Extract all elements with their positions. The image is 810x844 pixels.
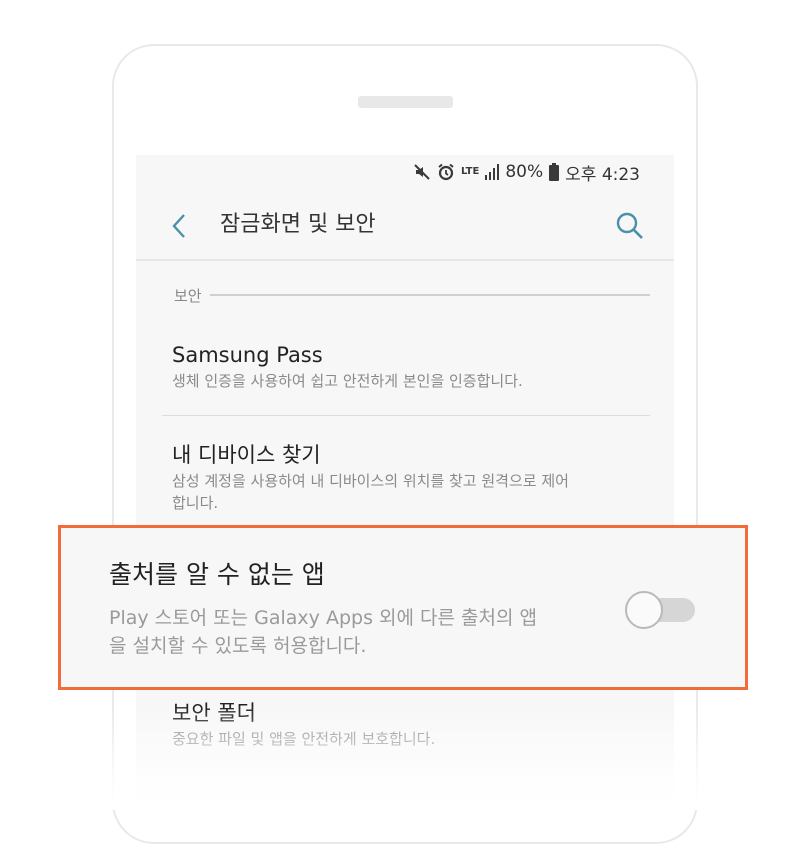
setting-title: 출처를 알 수 없는 앱 <box>109 560 325 589</box>
header-divider <box>136 259 674 261</box>
clock: 오후 4:23 <box>565 164 640 185</box>
item-title: 내 디바이스 찾기 <box>172 443 321 467</box>
signal-icon <box>485 164 500 180</box>
section-header: 보안 <box>174 285 650 305</box>
section-label: 보안 <box>174 286 202 305</box>
list-divider <box>162 415 650 416</box>
alarm-icon <box>437 163 455 181</box>
chevron-left-icon <box>172 214 185 238</box>
page-title: 잠금화면 및 보안 <box>220 212 376 237</box>
item-subtitle: 생체 인증을 사용하여 쉽고 안전하게 본인을 인증합니다. <box>172 372 523 390</box>
app-bar: 잠금화면 및 보안 <box>136 200 674 258</box>
item-subtitle: 중요한 파일 및 앱을 안전하게 보호합니다. <box>172 730 436 748</box>
search-icon <box>616 212 643 239</box>
item-subtitle: 삼성 계정을 사용하여 내 디바이스의 위치를 찾고 원격으로 제어합니다. <box>172 472 569 512</box>
list-item-find-my-device[interactable]: 내 디바이스 찾기 삼성 계정을 사용하여 내 디바이스의 위치를 찾고 원격으… <box>172 440 632 514</box>
mute-icon <box>413 163 431 181</box>
battery-percent: 80% <box>505 162 544 182</box>
battery-icon <box>549 163 560 181</box>
list-item-secure-folder[interactable]: 보안 폴더 중요한 파일 및 앱을 안전하게 보호합니다. <box>172 698 632 750</box>
status-bar: LTE 80% 오후 4:23 <box>413 161 640 185</box>
item-title: Samsung Pass <box>172 343 323 367</box>
phone-speaker <box>358 96 453 108</box>
setting-subtitle: Play 스토어 또는 Galaxy Apps 외에 다른 출처의 앱을 설치할… <box>109 607 537 657</box>
search-button[interactable] <box>614 210 646 242</box>
screen: LTE 80% 오후 4:23 잠금화면 및 보안 보안 Samsung Pas… <box>136 155 674 810</box>
section-divider <box>209 294 650 296</box>
unknown-sources-setting[interactable]: 출처를 알 수 없는 앱 Play 스토어 또는 Galaxy Apps 외에 … <box>58 525 748 690</box>
back-button[interactable] <box>168 210 190 242</box>
lte-icon: LTE <box>460 166 480 177</box>
toggle-knob <box>625 591 663 629</box>
item-title: 보안 폴더 <box>172 701 256 725</box>
unknown-sources-toggle[interactable] <box>625 591 697 629</box>
list-item-samsung-pass[interactable]: Samsung Pass 생체 인증을 사용하여 쉽고 안전하게 본인을 인증합… <box>172 340 632 392</box>
